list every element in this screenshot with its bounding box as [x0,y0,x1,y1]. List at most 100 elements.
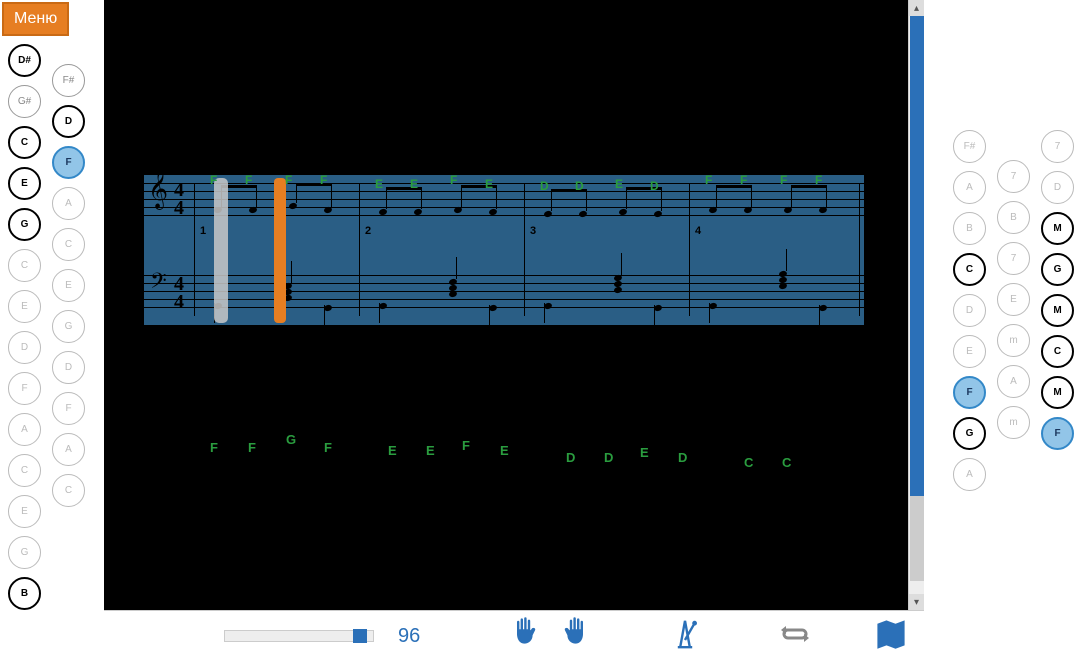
time-sig-bass: 44 [174,275,184,311]
guide-note-label: D [566,450,575,465]
accordion-button-g[interactable]: G [1041,253,1074,286]
grand-staff: 𝄞 𝄢 44 44 1 2 3 4 [144,175,864,325]
accordion-button-d[interactable]: D [52,105,85,138]
guide-note-label: C [782,455,791,470]
guide-note-label: E [388,443,397,458]
time-sig-treble: 44 [174,181,184,217]
bottom-toolbar: 96 [104,610,924,661]
vertical-scrollbar[interactable]: ▴ ▾ [908,0,924,610]
accordion-button-c[interactable]: C [1041,335,1074,368]
accordion-button-e[interactable]: E [997,283,1030,316]
accordion-button-fsharp[interactable]: F# [52,64,85,97]
guide-note-label: F [248,440,256,455]
right-hand-icon[interactable] [562,616,592,657]
accordion-button-g[interactable]: G [52,310,85,343]
accordion-button-b[interactable]: B [953,212,986,245]
accordion-button-d[interactable]: D [8,331,41,364]
left-hand-icon[interactable] [508,616,538,657]
note-label: D [540,179,549,193]
accordion-button-c[interactable]: C [953,253,986,286]
tempo-slider-knob[interactable] [353,629,367,643]
accordion-button-dsharp[interactable]: D# [8,44,41,77]
note-label: F [210,173,217,187]
right-button-panel: F#ABCDEFGA 7B7EmAm 7DMGMCMF [948,120,1084,520]
accordion-button-c[interactable]: C [8,126,41,159]
guide-note-label: D [604,450,613,465]
loop-icon[interactable] [778,620,812,653]
accordion-button-f[interactable]: F [52,146,85,179]
accordion-button-7[interactable]: 7 [997,160,1030,193]
accordion-button-gsharp[interactable]: G# [8,85,41,118]
scroll-up-arrow[interactable]: ▴ [909,0,925,16]
accordion-button-a[interactable]: A [953,458,986,491]
accordion-button-a[interactable]: A [8,413,41,446]
note-label: D [650,179,659,193]
guide-note-label: C [744,455,753,470]
accordion-button-m[interactable]: M [1041,376,1074,409]
left-button-panel: D#G#CEGCEDFACEGB F#DFACEGDFAC [0,32,104,610]
note-label: E [375,177,383,191]
guide-note-label: D [678,450,687,465]
accordion-button-c[interactable]: C [8,454,41,487]
guide-note-label: F [462,438,470,453]
note-label: E [410,177,418,191]
accordion-button-g[interactable]: G [8,208,41,241]
accordion-button-m[interactable]: m [997,406,1030,439]
accordion-button-b[interactable]: B [8,577,41,610]
note-label: E [485,177,493,191]
note-label: F [320,173,327,187]
playhead-current[interactable] [274,178,286,323]
accordion-button-m[interactable]: M [1041,294,1074,327]
note-label: F [740,173,747,187]
metronome-icon[interactable] [670,616,700,657]
accordion-button-c[interactable]: C [52,228,85,261]
score-viewport: 𝄞 𝄢 44 44 1 2 3 4 [104,0,924,610]
accordion-button-b[interactable]: B [997,201,1030,234]
scroll-remainder [910,496,924,581]
guide-note-label: E [640,445,649,460]
accordion-button-7[interactable]: 7 [997,242,1030,275]
accordion-button-m[interactable]: M [1041,212,1074,245]
accordion-button-fsharp[interactable]: F# [953,130,986,163]
guide-note-label: E [500,443,509,458]
accordion-button-m[interactable]: m [997,324,1030,357]
map-icon[interactable] [874,617,908,656]
playhead-preview [214,178,228,323]
accordion-button-a[interactable]: A [52,433,85,466]
accordion-button-e[interactable]: E [52,269,85,302]
bar-number: 2 [365,225,371,237]
accordion-button-f[interactable]: F [953,376,986,409]
accordion-button-f[interactable]: F [8,372,41,405]
accordion-button-d[interactable]: D [52,351,85,384]
accordion-button-7[interactable]: 7 [1041,130,1074,163]
menu-button[interactable]: Меню [2,2,69,36]
scroll-track[interactable] [909,16,925,594]
accordion-button-f[interactable]: F [1041,417,1074,450]
accordion-button-g[interactable]: G [8,536,41,569]
accordion-button-d[interactable]: D [1041,171,1074,204]
accordion-button-f[interactable]: F [52,392,85,425]
accordion-button-c[interactable]: C [8,249,41,282]
scroll-down-arrow[interactable]: ▾ [909,594,925,610]
accordion-button-e[interactable]: E [8,167,41,200]
note-label: F [815,173,822,187]
accordion-button-g[interactable]: G [953,417,986,450]
bar-number: 3 [530,225,536,237]
accordion-button-a[interactable]: A [52,187,85,220]
bass-staff [144,275,864,308]
accordion-button-e[interactable]: E [8,495,41,528]
accordion-button-d[interactable]: D [953,294,986,327]
scroll-thumb[interactable] [910,16,924,496]
accordion-button-e[interactable]: E [953,335,986,368]
note-label: E [615,177,623,191]
note-label: F [780,173,787,187]
accordion-button-a[interactable]: A [953,171,986,204]
accordion-button-e[interactable]: E [8,290,41,323]
tempo-slider[interactable] [224,630,374,642]
guide-note-label: F [324,440,332,455]
treble-clef: 𝄞 [148,171,168,209]
accordion-button-a[interactable]: A [997,365,1030,398]
bass-clef: 𝄢 [150,269,167,300]
accordion-button-c[interactable]: C [52,474,85,507]
note-label: F [705,173,712,187]
